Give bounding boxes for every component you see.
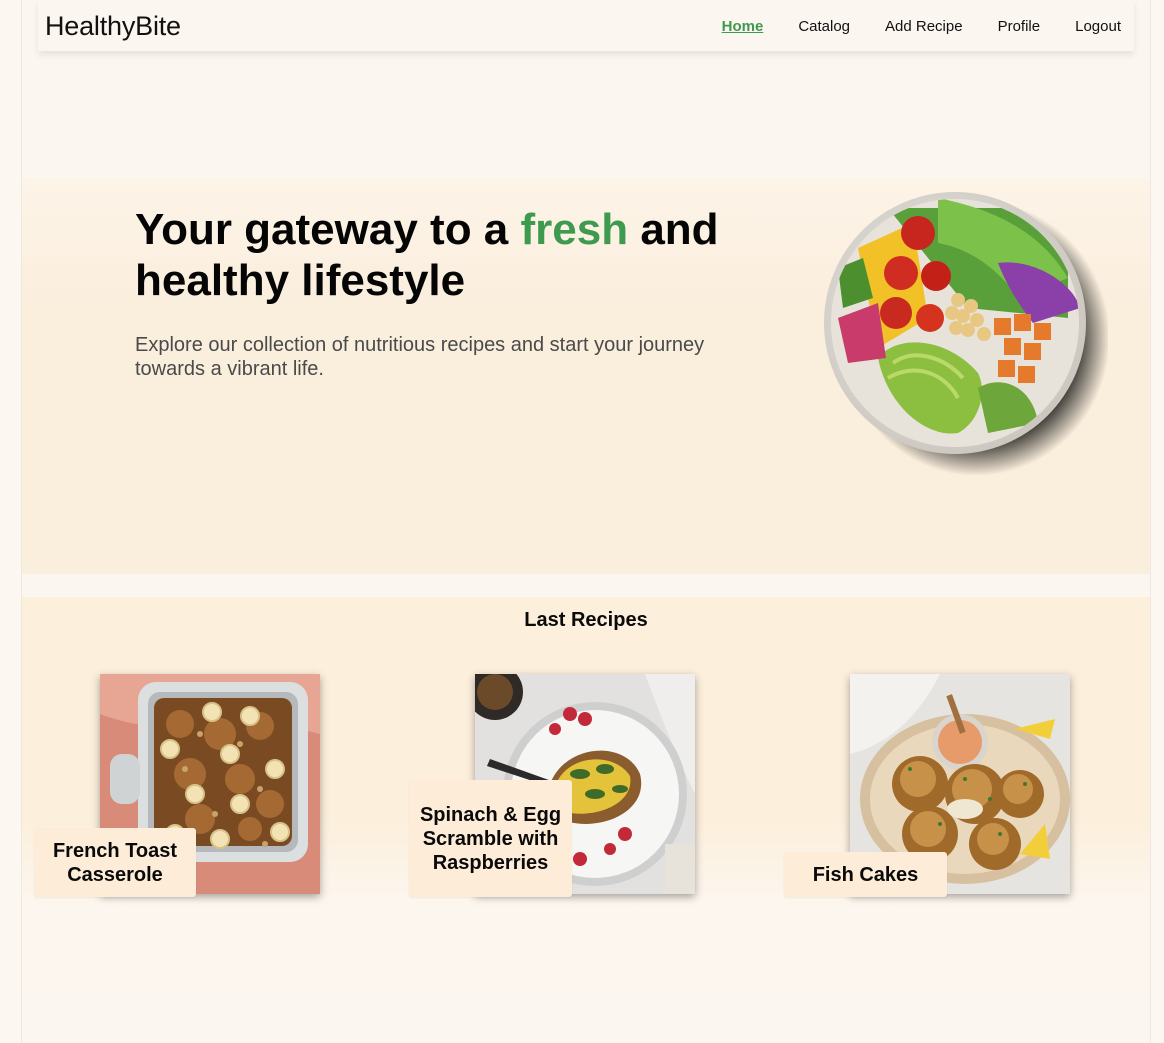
last-recipes-heading: Last Recipes	[524, 609, 648, 631]
hero-section: Your gateway to a fresh and healthy life…	[22, 178, 1150, 574]
site-logo[interactable]: HealthyBite	[45, 11, 181, 42]
page: HealthyBite Home Catalog Add Recipe Prof…	[21, 0, 1151, 1043]
recipe-title[interactable]: Fish Cakes	[784, 852, 947, 897]
hero-bowl-image	[818, 188, 1110, 478]
hero-subtitle: Explore our collection of nutritious rec…	[135, 334, 705, 380]
nav-link-profile[interactable]: Profile	[998, 18, 1041, 35]
hero-title-accent: fresh	[520, 205, 629, 254]
recipe-title[interactable]: Spinach & Egg Scramble with Raspberries	[409, 780, 572, 897]
nav-link-home[interactable]: Home	[722, 18, 764, 35]
nav-link-catalog[interactable]: Catalog	[798, 18, 850, 35]
nav-link-add-recipe[interactable]: Add Recipe	[885, 18, 963, 35]
navbar: HealthyBite Home Catalog Add Recipe Prof…	[38, 0, 1134, 51]
hero-title: Your gateway to a fresh and healthy life…	[135, 204, 775, 306]
hero-title-part: Your gateway to a	[135, 205, 521, 254]
nav-links: Home Catalog Add Recipe Profile Logout	[687, 18, 1121, 35]
last-recipes-section: Last Recipes French Toast Casserole Spin…	[22, 597, 1150, 1043]
recipe-title[interactable]: French Toast Casserole	[34, 828, 196, 897]
nav-link-logout[interactable]: Logout	[1075, 18, 1121, 35]
